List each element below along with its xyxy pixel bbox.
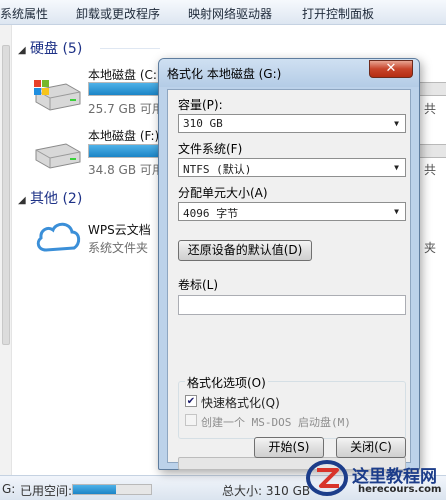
cluster-size-value: 4096 字节	[183, 207, 239, 220]
column-fragment: 夹	[424, 241, 437, 255]
status-used-label: 已用空间:	[20, 484, 73, 498]
status-used-bar	[72, 484, 152, 495]
watermark-logo: 这里教程网 herecours.com	[300, 456, 446, 500]
msdos-startup-label: 创建一个 MS-DOS 启动盘(M)	[201, 416, 351, 429]
watermark-logo-icon	[306, 460, 348, 496]
format-dialog: 格式化 本地磁盘 (G:) ✕ 容量(P): 310 GB ▼ 文件系统(F) …	[158, 58, 420, 470]
capacity-value: 310 GB	[183, 117, 223, 130]
wps-cloud-docs-type: 系统文件夹	[88, 241, 149, 255]
hard-drive-icon	[35, 143, 81, 169]
capacity-select[interactable]: 310 GB ▼	[178, 114, 406, 133]
left-pane-scrollbar[interactable]	[0, 25, 12, 475]
drive-c-name[interactable]: 本地磁盘 (C:	[88, 66, 157, 83]
drive-f-free-space: 34.8 GB 可用	[88, 163, 164, 177]
format-options-group: 格式化选项(O) ✔ 快速格式化(Q) 创建一个 MS-DOS 启动盘(M)	[178, 374, 406, 439]
dialog-title: 格式化 本地磁盘 (G:)	[167, 67, 282, 81]
column-fragment: 共	[424, 102, 437, 116]
drive-f-name[interactable]: 本地磁盘 (F:)	[88, 127, 159, 144]
chevron-down-icon[interactable]: ▼	[389, 116, 404, 131]
dialog-body: 容量(P): 310 GB ▼ 文件系统(F) NTFS (默认) ▼ 分配单元…	[167, 89, 411, 470]
capacity-label: 容量(P):	[178, 98, 223, 112]
watermark-url: herecours.com	[358, 484, 442, 495]
collapse-arrow-icon[interactable]: ◢	[18, 45, 30, 56]
collapse-arrow-icon[interactable]: ◢	[18, 195, 30, 206]
cluster-size-label: 分配单元大小(A)	[178, 186, 268, 200]
cloud-icon	[36, 222, 81, 252]
toolbar-open-control-panel[interactable]: 打开控制面板	[302, 5, 374, 22]
format-options-legend: 格式化选项(O)	[185, 374, 268, 391]
restore-defaults-button[interactable]: 还原设备的默认值(D)	[178, 240, 312, 261]
dialog-titlebar[interactable]: 格式化 本地磁盘 (G:) ✕	[159, 59, 419, 87]
status-used-fill	[73, 485, 116, 494]
group-divider	[100, 48, 160, 49]
windows-drive-icon	[34, 80, 81, 111]
close-button[interactable]: 关闭(C)	[336, 437, 406, 458]
toolbar-system-properties[interactable]: 系统属性	[0, 5, 48, 22]
group-title: 硬盘 (5)	[30, 41, 83, 57]
group-title: 其他 (2)	[30, 191, 83, 207]
status-drive-prefix: G:	[2, 482, 16, 496]
filesystem-label: 文件系统(F)	[178, 142, 243, 156]
quick-format-checkbox[interactable]: ✔	[185, 395, 197, 407]
filesystem-value: NTFS (默认)	[183, 163, 252, 176]
toolbar-map-network-drive[interactable]: 映射网络驱动器	[188, 5, 272, 22]
group-hard-disks[interactable]: ◢ 硬盘 (5)	[18, 38, 82, 58]
chevron-down-icon[interactable]: ▼	[389, 204, 404, 219]
column-fragment: 共	[424, 163, 437, 177]
scrollbar-thumb[interactable]	[2, 45, 10, 345]
wps-cloud-docs-name[interactable]: WPS云文档	[88, 221, 151, 238]
filesystem-select[interactable]: NTFS (默认) ▼	[178, 158, 406, 177]
volume-label-label: 卷标(L)	[178, 278, 219, 292]
drive-c-free-space: 25.7 GB 可用	[88, 102, 164, 116]
explorer-toolbar: 系统属性 卸载或更改程序 映射网络驱动器 打开控制面板	[0, 0, 446, 25]
group-other[interactable]: ◢ 其他 (2)	[18, 188, 82, 208]
msdos-startup-checkbox	[185, 414, 197, 426]
cluster-size-select[interactable]: 4096 字节 ▼	[178, 202, 406, 221]
close-icon[interactable]: ✕	[369, 60, 413, 78]
quick-format-label: 快速格式化(Q)	[201, 396, 280, 410]
toolbar-uninstall-program[interactable]: 卸载或更改程序	[76, 5, 160, 22]
start-button[interactable]: 开始(S)	[254, 437, 324, 458]
volume-label-input[interactable]	[178, 295, 406, 315]
status-total-size: 总大小: 310 GB	[222, 484, 311, 498]
chevron-down-icon[interactable]: ▼	[389, 160, 404, 175]
